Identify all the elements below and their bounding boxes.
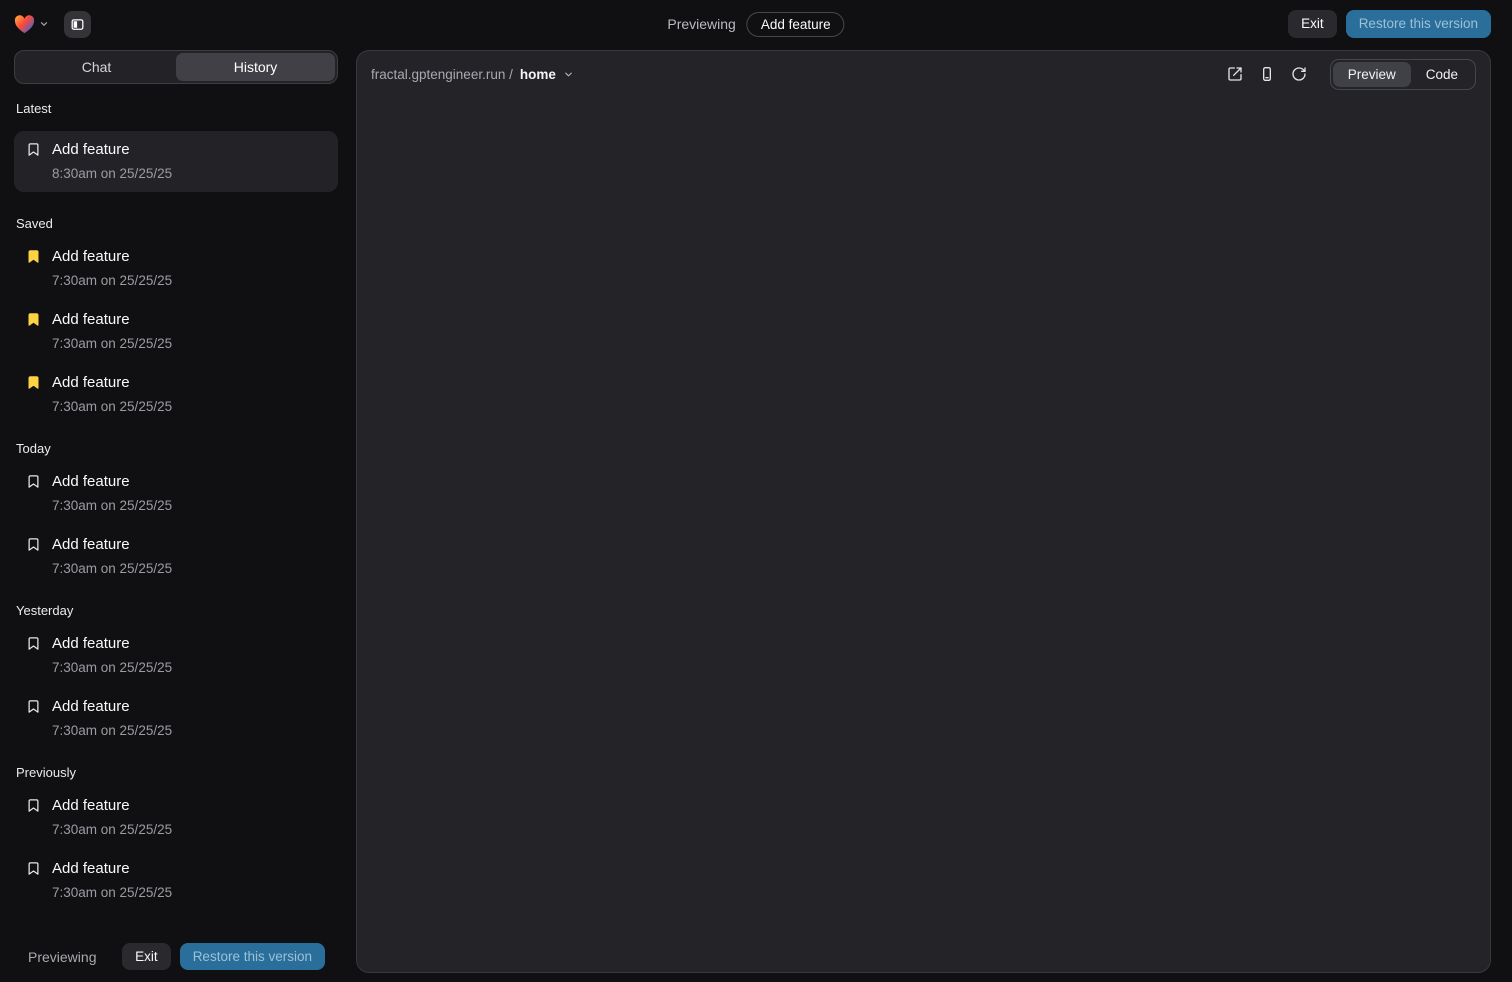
section-title: Yesterday — [14, 603, 338, 618]
section-title: Previously — [14, 765, 338, 780]
exit-button[interactable]: Exit — [122, 943, 171, 971]
url-host: fractal.gptengineer.run / — [371, 67, 513, 82]
history-item[interactable]: Add feature 7:30am on 25/25/25 — [14, 858, 338, 903]
history-item[interactable]: Add feature 7:30am on 25/25/25 — [14, 633, 338, 678]
tab-history[interactable]: History — [176, 53, 335, 81]
history-section-latest: Latest Add feature 8:30am on 25/25/25 — [14, 101, 338, 192]
bookmark-filled-icon — [26, 246, 42, 291]
history-item-title: Add feature — [52, 309, 172, 330]
preview-header-actions: Preview Code — [1222, 59, 1476, 90]
topbar: Previewing Add feature Exit Restore this… — [0, 0, 1512, 48]
history-item-timestamp: 7:30am on 25/25/25 — [52, 558, 172, 579]
history-item-title: Add feature — [52, 534, 172, 555]
bookmark-outline-icon — [26, 696, 42, 741]
bookmark-filled-icon — [26, 309, 42, 354]
history-item-timestamp: 7:30am on 25/25/25 — [52, 495, 172, 516]
bookmark-outline-icon — [26, 139, 42, 184]
preview-mode-button[interactable]: Preview — [1333, 62, 1411, 87]
history-section-yesterday: Yesterday Add feature 7:30am on 25/25/25 — [14, 603, 338, 741]
topbar-actions: Exit Restore this version — [1288, 10, 1491, 38]
history-item-timestamp: 7:30am on 25/25/25 — [52, 396, 172, 417]
view-mode-toggle: Preview Code — [1330, 59, 1476, 90]
bookmark-outline-icon — [26, 795, 42, 840]
history-item[interactable]: Add feature 7:30am on 25/25/25 — [14, 696, 338, 741]
sidebar-tabs: Chat History — [14, 50, 338, 84]
exit-button[interactable]: Exit — [1288, 10, 1337, 38]
history-section-today: Today Add feature 7:30am on 25/25/25 — [14, 441, 338, 579]
previewing-label: Previewing — [667, 16, 735, 32]
history-item-title: Add feature — [52, 471, 172, 492]
history-item[interactable]: Add feature 7:30am on 25/25/25 — [14, 534, 338, 579]
bookmark-outline-icon — [26, 534, 42, 579]
history-item-title: Add feature — [52, 633, 172, 654]
smartphone-icon — [1259, 66, 1275, 82]
history-item-timestamp: 7:30am on 25/25/25 — [52, 270, 172, 291]
url-page: home — [520, 67, 556, 82]
section-title: Saved — [14, 216, 338, 231]
history-item-timestamp: 7:30am on 25/25/25 — [52, 819, 172, 840]
history-section-previously: Previously Add feature 7:30am on 25/25/2… — [14, 765, 338, 903]
bookmark-filled-icon — [26, 372, 42, 417]
sidebar-toggle-button[interactable] — [64, 11, 91, 38]
refresh-button[interactable] — [1286, 61, 1312, 87]
open-external-button[interactable] — [1222, 61, 1248, 87]
external-link-icon — [1227, 66, 1243, 82]
mobile-view-button[interactable] — [1254, 61, 1280, 87]
section-title: Latest — [14, 101, 338, 116]
refresh-icon — [1291, 66, 1307, 82]
history-item[interactable]: Add feature 8:30am on 25/25/25 — [14, 131, 338, 192]
preview-url-breadcrumb[interactable]: fractal.gptengineer.run / home — [371, 67, 574, 82]
history-section-saved: Saved Add feature 7:30am on 25/25/25 — [14, 216, 338, 417]
sidebar-footer: Previewing Exit Restore this version — [14, 935, 338, 982]
history-item[interactable]: Add feature 7:30am on 25/25/25 — [14, 795, 338, 840]
history-item-title: Add feature — [52, 246, 172, 267]
bookmark-outline-icon — [26, 633, 42, 678]
chevron-down-icon — [39, 19, 49, 29]
history-item-title: Add feature — [52, 696, 172, 717]
history-item-title: Add feature — [52, 795, 172, 816]
history-item-title: Add feature — [52, 139, 172, 160]
restore-version-button[interactable]: Restore this version — [180, 943, 325, 971]
history-item[interactable]: Add feature 7:30am on 25/25/25 — [14, 372, 338, 417]
preview-panel: fractal.gptengineer.run / home — [356, 50, 1491, 973]
version-badge: Add feature — [747, 12, 845, 37]
history-item-title: Add feature — [52, 858, 172, 879]
topbar-left — [12, 11, 91, 38]
tab-chat[interactable]: Chat — [17, 53, 176, 81]
previewing-label: Previewing — [28, 949, 96, 965]
preview-header: fractal.gptengineer.run / home — [357, 51, 1490, 97]
bookmark-outline-icon — [26, 858, 42, 903]
history-item-timestamp: 8:30am on 25/25/25 — [52, 163, 172, 184]
restore-version-button[interactable]: Restore this version — [1346, 10, 1491, 38]
lovable-heart-logo-icon — [14, 15, 35, 34]
panel-left-icon — [70, 17, 85, 32]
bookmark-outline-icon — [26, 471, 42, 516]
history-list: Latest Add feature 8:30am on 25/25/25 Sa… — [14, 84, 338, 935]
sidebar: Chat History Latest Add feature 8:30am o… — [0, 48, 356, 982]
workspace-menu-button[interactable] — [12, 13, 51, 36]
code-mode-button[interactable]: Code — [1411, 62, 1473, 87]
history-item-timestamp: 7:30am on 25/25/25 — [52, 657, 172, 678]
section-title: Today — [14, 441, 338, 456]
history-item-timestamp: 7:30am on 25/25/25 — [52, 333, 172, 354]
history-item[interactable]: Add feature 7:30am on 25/25/25 — [14, 246, 338, 291]
chevron-down-icon — [563, 69, 574, 80]
history-item-title: Add feature — [52, 372, 172, 393]
history-item-timestamp: 7:30am on 25/25/25 — [52, 720, 172, 741]
history-item-timestamp: 7:30am on 25/25/25 — [52, 882, 172, 903]
history-item[interactable]: Add feature 7:30am on 25/25/25 — [14, 309, 338, 354]
history-item[interactable]: Add feature 7:30am on 25/25/25 — [14, 471, 338, 516]
topbar-status: Previewing Add feature — [667, 0, 844, 48]
preview-content — [357, 97, 1490, 972]
